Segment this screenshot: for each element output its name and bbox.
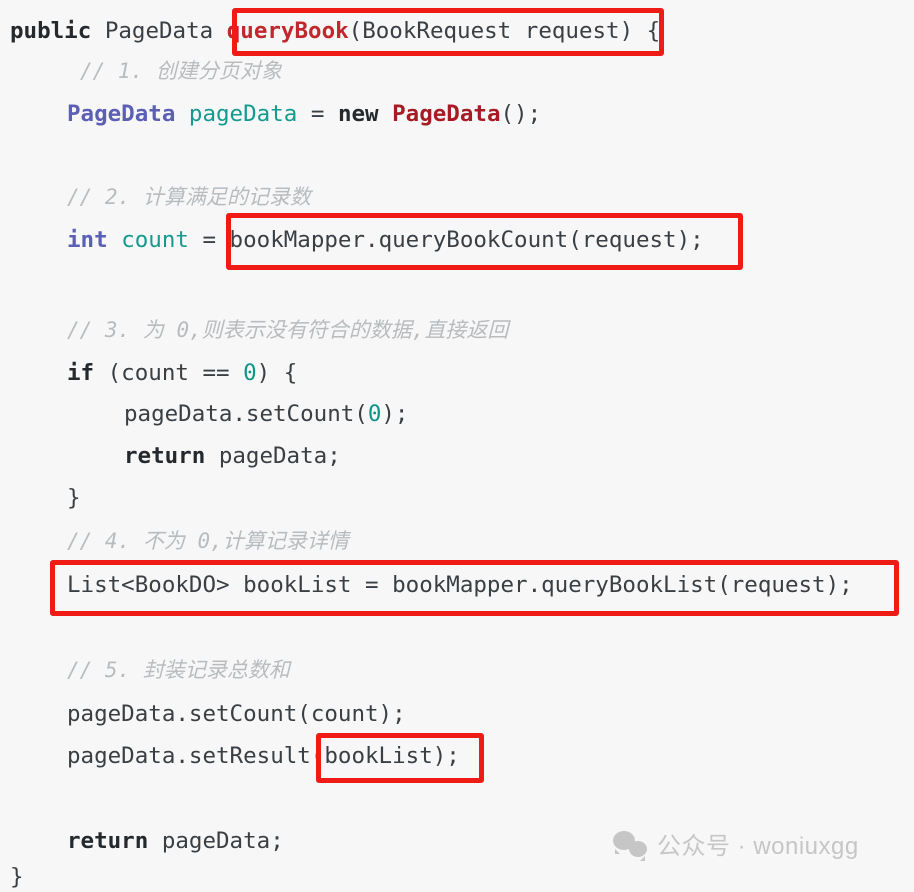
code-token-plain: ); bbox=[381, 401, 409, 427]
code-token-keyword: return bbox=[124, 443, 206, 469]
watermark: 公众号 · woniuxgg bbox=[613, 826, 859, 861]
line-int-count: int count = bookMapper.queryBookCount(re… bbox=[67, 225, 704, 255]
code-token-plain: } bbox=[10, 864, 24, 890]
code-token-type: PageData bbox=[67, 101, 176, 127]
code-token-plain: (BookRequest request) { bbox=[348, 18, 661, 44]
code-token-plain: (); bbox=[500, 101, 542, 127]
line-setcount-zero: pageData.setCount(0); bbox=[124, 399, 408, 429]
wechat-icon bbox=[613, 830, 647, 861]
code-token-plain: ) { bbox=[256, 360, 298, 386]
comment-5: // 5. 封装记录总数和 bbox=[67, 658, 290, 682]
code-token-var: pageData bbox=[188, 101, 298, 127]
line-if-count-zero: if (count == 0) { bbox=[67, 358, 297, 388]
code-token-keyword: new bbox=[337, 101, 379, 127]
code-token-plain: List<BookDO> bookList = bookMapper.query… bbox=[67, 572, 853, 598]
line-setcount-count: pageData.setCount(count); bbox=[67, 699, 406, 729]
code-token-plain: (count == bbox=[94, 360, 244, 386]
code-token-type: int bbox=[67, 227, 108, 253]
code-token-plain: } bbox=[67, 485, 81, 511]
code-token-plain: pageData; bbox=[148, 828, 284, 854]
comment-4: // 4. 不为 0,计算记录详情 bbox=[67, 529, 349, 553]
code-token-number: 0 bbox=[367, 401, 382, 427]
comment-3: // 3. 为 0,则表示没有符合的数据,直接返回 bbox=[67, 318, 509, 342]
line-return-pagedata-early: return pageData; bbox=[124, 441, 341, 471]
code-token-plain: PageData bbox=[91, 18, 227, 44]
comment-1: // 1. 创建分页对象 bbox=[80, 59, 282, 83]
code-token-ctor: PageData bbox=[392, 101, 501, 127]
code-token-plain: = bbox=[297, 101, 338, 127]
watermark-text: 公众号 · woniuxgg bbox=[657, 833, 859, 860]
code-token-plain: pageData.setCount( bbox=[124, 401, 368, 427]
comment-2: // 2. 计算满足的记录数 bbox=[67, 185, 311, 209]
line-return-pagedata-final: return pageData; bbox=[67, 826, 284, 856]
line-query-booklist: List<BookDO> bookList = bookMapper.query… bbox=[67, 570, 853, 600]
line-close-method: } bbox=[10, 862, 24, 892]
code-token-keyword: public bbox=[10, 18, 92, 44]
code-token-method-hl: queryBook bbox=[226, 18, 349, 44]
code-token-keyword: return bbox=[67, 828, 149, 854]
code-token-plain: pageData.setCount(count); bbox=[67, 701, 406, 727]
line-signature: public PageData queryBook(BookRequest re… bbox=[10, 16, 660, 46]
line-close-if: } bbox=[67, 483, 81, 513]
code-screenshot-canvas: public PageData queryBook(BookRequest re… bbox=[0, 0, 914, 890]
line-new-pagedata: PageData pageData = new PageData(); bbox=[67, 99, 541, 129]
code-token-var: count bbox=[121, 227, 189, 253]
line-setresult-booklist: pageData.setResult(bookList); bbox=[67, 741, 460, 771]
code-token-plain: pageData; bbox=[205, 443, 341, 469]
code-token-keyword: if bbox=[67, 360, 95, 386]
code-token-number: 0 bbox=[243, 360, 257, 386]
code-token-plain: = bookMapper.queryBookCount(request); bbox=[188, 227, 704, 253]
code-token-plain: pageData.setResult(bookList); bbox=[67, 743, 460, 769]
